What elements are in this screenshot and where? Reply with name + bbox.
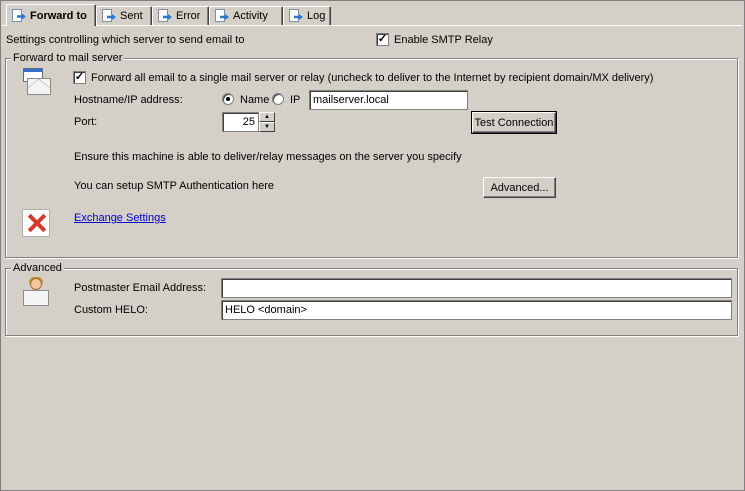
tab-activity[interactable]: Activity: [209, 6, 283, 25]
radio-name-label: Name: [240, 94, 270, 106]
forward-page-icon: [288, 9, 304, 23]
tab-label: Activity: [233, 10, 268, 22]
forward-page-icon: [214, 9, 230, 23]
tab-label: Sent: [120, 10, 143, 22]
checkmark-icon: ✓: [377, 33, 388, 45]
exchange-icon: [22, 209, 50, 237]
forward-all-checkbox[interactable]: ✓: [73, 71, 86, 84]
spin-down-icon[interactable]: ▼: [259, 122, 275, 132]
advanced-group-legend: Advanced: [11, 262, 64, 275]
checkmark-icon: ✓: [74, 71, 85, 83]
port-spinner[interactable]: ▲ ▼: [259, 112, 275, 132]
radio-ip[interactable]: [272, 93, 284, 105]
tab-error[interactable]: Error: [152, 6, 209, 25]
hostname-label: Hostname/IP address:: [74, 94, 183, 106]
tab-divider: [2, 25, 742, 26]
port-label: Port:: [74, 116, 98, 128]
radio-name[interactable]: [222, 93, 234, 105]
radio-ip-label: IP: [290, 94, 301, 106]
custom-helo-input[interactable]: HELO <domain>: [221, 300, 732, 320]
postmaster-icon: [21, 277, 51, 308]
hostname-input[interactable]: mailserver.local: [309, 90, 468, 110]
forward-all-label: Forward all email to a single mail serve…: [91, 72, 654, 84]
tab-label: Log: [307, 10, 326, 22]
tab-forward-to[interactable]: Forward to: [6, 4, 96, 26]
exchange-settings-link[interactable]: Exchange Settings: [74, 212, 166, 225]
test-connection-button[interactable]: Test Connection: [471, 111, 557, 134]
spin-up-icon[interactable]: ▲: [259, 112, 275, 122]
mail-window-icon: [22, 68, 52, 98]
forward-page-icon: [157, 9, 173, 23]
postmaster-email-input[interactable]: [221, 278, 732, 298]
tab-label: Forward to: [30, 9, 87, 22]
advanced-button[interactable]: Advanced...: [483, 177, 556, 198]
custom-helo-label: Custom HELO:: [74, 304, 148, 316]
ensure-deliver-text: Ensure this machine is able to deliver/r…: [74, 151, 462, 163]
settings-description: Settings controlling which server to sen…: [6, 34, 245, 46]
tab-log[interactable]: Log: [283, 6, 331, 25]
postmaster-label: Postmaster Email Address:: [74, 282, 207, 294]
port-input[interactable]: 25: [222, 112, 259, 132]
enable-smtp-relay-checkbox[interactable]: ✓: [376, 33, 389, 46]
forward-page-icon: [11, 8, 27, 23]
tab-sent[interactable]: Sent: [96, 6, 152, 25]
forward-page-icon: [101, 9, 117, 23]
smtp-auth-text: You can setup SMTP Authentication here: [74, 180, 274, 192]
enable-smtp-relay-label: Enable SMTP Relay: [394, 34, 493, 46]
tab-label: Error: [176, 10, 201, 22]
forward-group-legend: Forward to mail server: [11, 52, 125, 65]
